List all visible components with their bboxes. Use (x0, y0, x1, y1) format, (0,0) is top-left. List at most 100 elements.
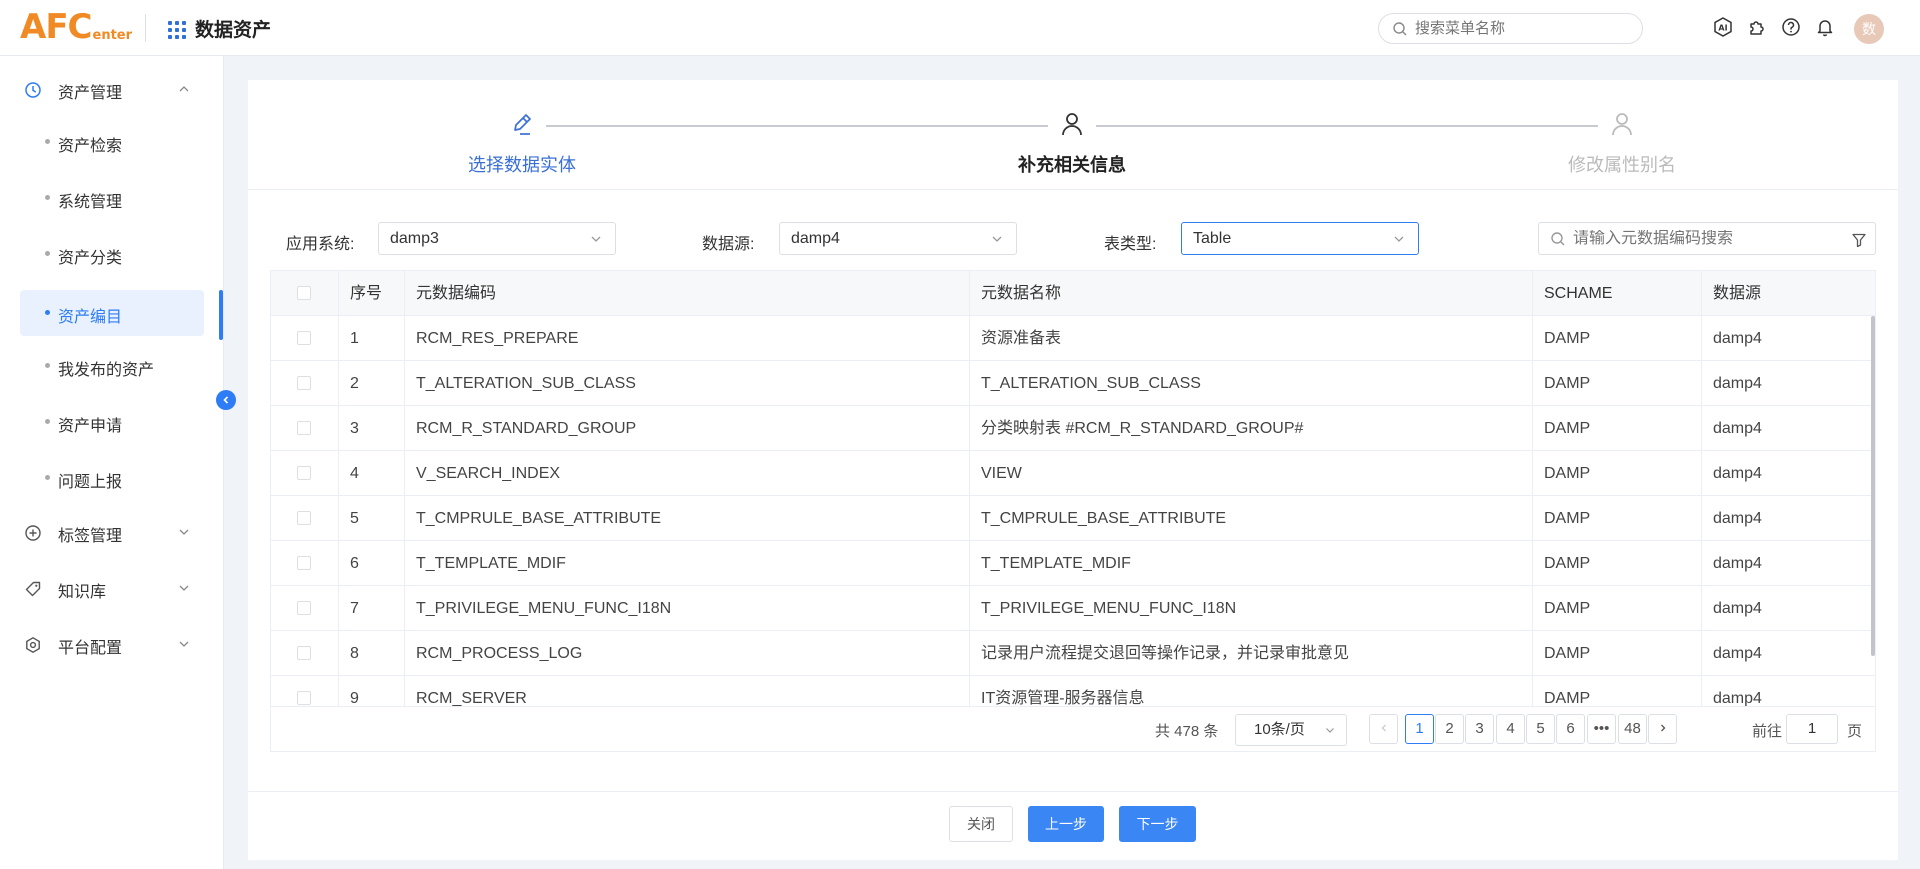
plugin-icon[interactable] (1746, 16, 1768, 38)
close-button[interactable]: 关闭 (949, 806, 1013, 842)
metadata-code: RCM_R_STANDARD_GROUP (405, 406, 970, 451)
sidebar-group-label: 资产管理 (58, 85, 123, 102)
page-size-select[interactable]: 10条/页 (1235, 714, 1347, 746)
datasource: damp4 (1713, 465, 1762, 482)
bullet (45, 195, 50, 200)
ai-icon[interactable]: AI (1712, 16, 1734, 38)
metadata-search[interactable] (1538, 222, 1876, 255)
step-label: 补充相关信息 (1018, 155, 1126, 175)
table-row[interactable]: 6 T_TEMPLATE_MDIF T_TEMPLATE_MDIF DAMP damp4 (271, 541, 1875, 586)
datasource: damp4 (1713, 555, 1762, 572)
table-row[interactable]: 8 RCM_PROCESS_LOG 记录用户流程提交退回等操作记录，并记录审批意见 D… (271, 631, 1875, 676)
page-button[interactable]: 4 (1496, 714, 1525, 744)
row-checkbox[interactable] (297, 331, 311, 345)
bullet (45, 475, 50, 480)
row-select-cell (271, 361, 339, 406)
row-checkbox[interactable] (297, 691, 311, 705)
menu-search-input[interactable] (1415, 20, 1615, 37)
row-checkbox[interactable] (297, 421, 311, 435)
table-type-select[interactable]: Table (1181, 222, 1419, 255)
table-row[interactable]: 5 T_CMPRULE_BASE_ATTRIBUTE T_CMPRULE_BASE_… (271, 496, 1875, 541)
table-row[interactable]: 4 V_SEARCH_INDEX VIEW DAMP damp4 (271, 451, 1875, 496)
apps-grid-icon[interactable] (168, 21, 186, 39)
column-header-code: 元数据编码 (405, 271, 970, 316)
sidebar-group-tag-management[interactable]: 标签管理 (0, 508, 224, 558)
sidebar-item-asset-catalog[interactable]: 资产编目 (20, 290, 204, 336)
table-type-label: 表类型: (1104, 236, 1157, 253)
sidebar-item-my-published[interactable]: 我发布的资产 (20, 343, 204, 389)
schema: DAMP (1533, 406, 1702, 451)
row-checkbox[interactable] (297, 646, 311, 660)
step-select-entity[interactable]: 选择数据实体 (412, 110, 632, 177)
help-icon[interactable] (1780, 16, 1802, 38)
table-row[interactable]: 1 RCM_RES_PREPARE 资源准备表 DAMP damp4 (271, 316, 1875, 361)
metadata-code: T_ALTERATION_SUB_CLASS (405, 361, 970, 406)
table-scrollbar[interactable] (1869, 316, 1875, 706)
row-checkbox[interactable] (297, 511, 311, 525)
menu-search[interactable] (1378, 13, 1643, 44)
schema: DAMP (1533, 586, 1702, 631)
goto-page-input[interactable]: 1 (1786, 714, 1838, 744)
sidebar-group-asset-management[interactable]: 资产管理 (0, 65, 224, 115)
filter-icon[interactable] (1851, 232, 1867, 248)
table-row[interactable]: 2 T_ALTERATION_SUB_CLASS T_ALTERATION_SUB_… (271, 361, 1875, 406)
logo-main: AFC (20, 7, 92, 47)
metadata-name: VIEW (970, 451, 1533, 496)
step-indicator: 选择数据实体 补充相关信息 修改属性别名 (248, 80, 1898, 190)
page-title: 数据资产 (195, 20, 272, 41)
app-system-select[interactable]: damp3 (378, 222, 616, 255)
sidebar: 资产管理 资产检索 系统管理 资产分类 资产编目 我发布的资产 资产申请 问题上… (0, 56, 224, 869)
sidebar-item-asset-search[interactable]: 资产检索 (20, 119, 204, 165)
page-button[interactable]: 5 (1526, 714, 1555, 744)
step-supplement-info[interactable]: 补充相关信息 (962, 110, 1182, 177)
page-button[interactable]: 3 (1465, 714, 1494, 744)
sidebar-item-asset-category[interactable]: 资产分类 (20, 231, 204, 277)
page-button[interactable]: 48 (1618, 714, 1647, 744)
pagination: 共 478 条 10条/页 1 2 3 4 5 6 ••• 48 前往 1 页 (271, 706, 1875, 751)
page-ellipsis-button[interactable]: ••• (1587, 714, 1616, 744)
prev-page-button[interactable] (1369, 714, 1398, 744)
sidebar-group-knowledge-base[interactable]: 知识库 (0, 564, 224, 614)
table-row[interactable]: 3 RCM_R_STANDARD_GROUP 分类映射表 #RCM_R_STANDA… (271, 406, 1875, 451)
prev-step-button[interactable]: 上一步 (1028, 806, 1104, 842)
metadata-code: T_CMPRULE_BASE_ATTRIBUTE (405, 496, 970, 541)
footer-actions: 关闭 上一步 下一步 (248, 791, 1898, 860)
row-checkbox[interactable] (297, 601, 311, 615)
metadata-name: 资源准备表 (970, 316, 1533, 361)
page-button[interactable]: 6 (1556, 714, 1585, 744)
row-select-cell (271, 316, 339, 361)
metadata-search-input[interactable] (1573, 229, 1843, 248)
row-index: 7 (339, 586, 405, 631)
bullet (45, 310, 50, 315)
sidebar-item-issue-report[interactable]: 问题上报 (20, 455, 204, 501)
metadata-code: T_PRIVILEGE_MENU_FUNC_I18N (405, 586, 970, 631)
row-checkbox[interactable] (297, 376, 311, 390)
select-all-checkbox[interactable] (297, 286, 311, 300)
logo[interactable]: AFC enter (20, 10, 132, 44)
row-checkbox[interactable] (297, 466, 311, 480)
datasource-select[interactable]: damp4 (779, 222, 1017, 255)
page-button[interactable]: 2 (1435, 714, 1464, 744)
next-page-button[interactable] (1648, 714, 1677, 744)
datasource: damp4 (1713, 510, 1762, 527)
scrollbar-thumb[interactable] (1871, 316, 1875, 656)
sidebar-collapse-button[interactable] (216, 390, 236, 410)
metadata-code: T_TEMPLATE_MDIF (405, 541, 970, 586)
page-button[interactable]: 1 (1405, 714, 1434, 744)
table-row[interactable]: 7 T_PRIVILEGE_MENU_FUNC_I18N T_PRIVILEGE_M… (271, 586, 1875, 631)
step-edit-alias[interactable]: 修改属性别名 (1512, 110, 1732, 177)
row-checkbox[interactable] (297, 556, 311, 570)
main-card: 选择数据实体 补充相关信息 修改属性别名 应用系统: damp3 数据源: da… (248, 80, 1898, 860)
bullet (45, 363, 50, 368)
bell-icon[interactable] (1814, 16, 1836, 38)
sidebar-item-system-management[interactable]: 系统管理 (20, 175, 204, 221)
app-system-value: damp3 (390, 229, 439, 247)
sidebar-group-platform-config[interactable]: 平台配置 (0, 620, 224, 670)
schema: DAMP (1533, 631, 1702, 676)
next-step-button[interactable]: 下一步 (1119, 806, 1196, 842)
row-index: 1 (339, 316, 405, 361)
sidebar-item-asset-apply[interactable]: 资产申请 (20, 399, 204, 445)
avatar[interactable]: 数 (1854, 14, 1884, 44)
select-all-cell (271, 271, 339, 316)
header-toolbar: AI (1712, 16, 1836, 38)
